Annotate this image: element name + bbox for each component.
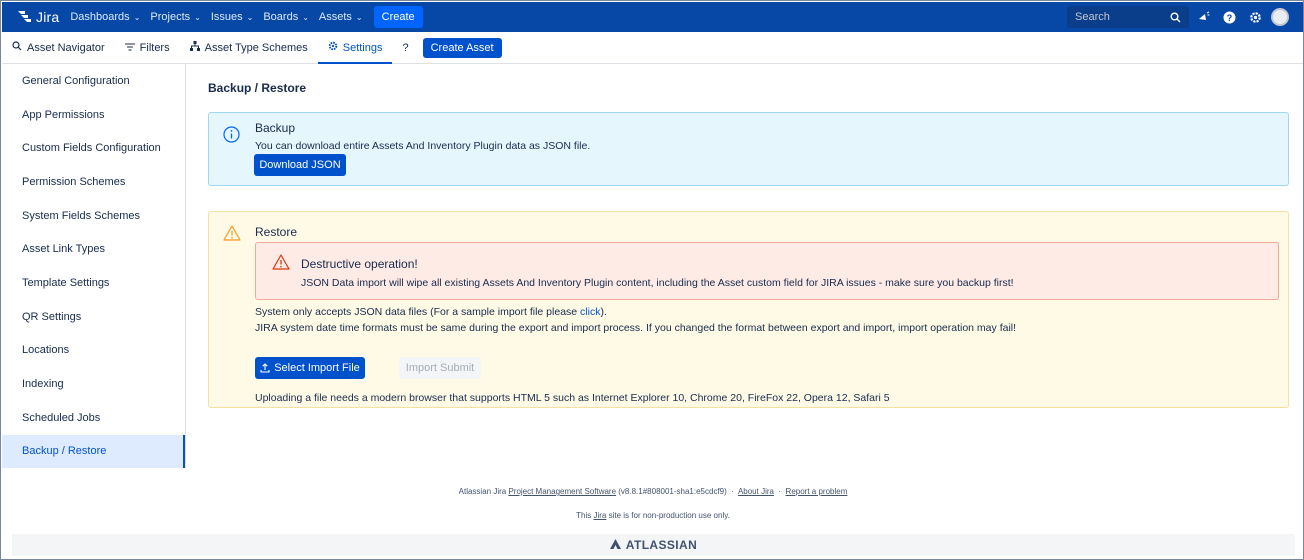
- app-window: Jira Dashboards ⌄ Projects ⌄ Issues ⌄ Board…: [0, 0, 1304, 560]
- info-icon: [223, 126, 240, 146]
- avatar[interactable]: [1271, 8, 1289, 26]
- create-button[interactable]: Create: [373, 6, 423, 28]
- nav-boards[interactable]: Boards ⌄: [258, 2, 314, 32]
- settings-tab[interactable]: Settings: [317, 32, 393, 64]
- sidebar-item-indexing[interactable]: Indexing: [2, 367, 185, 401]
- gear-icon: [328, 41, 338, 54]
- upload-icon: [260, 363, 270, 373]
- sidebar-item-template-settings[interactable]: Template Settings: [2, 266, 185, 300]
- destructive-description: JSON Data import will wipe all existing …: [301, 277, 1014, 289]
- top-navigation-bar: Jira Dashboards ⌄ Projects ⌄ Issues ⌄ Board…: [2, 2, 1303, 32]
- chevron-down-icon: ⌄: [194, 12, 201, 22]
- warning-icon: [223, 225, 241, 244]
- download-json-button[interactable]: Download JSON: [254, 154, 346, 176]
- about-jira-link[interactable]: About Jira: [738, 487, 774, 496]
- sidebar-item-locations[interactable]: Locations: [2, 334, 185, 368]
- sidebar-item-qr-settings[interactable]: QR Settings: [2, 300, 185, 334]
- page-title: Backup / Restore: [208, 81, 307, 95]
- nav-issues[interactable]: Issues ⌄: [206, 2, 259, 32]
- sidebar-item-backup-restore[interactable]: Backup / Restore: [2, 434, 185, 469]
- nav-dashboards[interactable]: Dashboards ⌄: [65, 2, 145, 32]
- pms-link[interactable]: Project Management Software: [508, 487, 616, 496]
- asset-navigator-link[interactable]: Asset Navigator: [2, 32, 115, 64]
- sample-file-link[interactable]: click: [580, 306, 600, 318]
- svg-text:?: ?: [1226, 13, 1232, 23]
- select-import-file-button[interactable]: Select Import File: [255, 357, 365, 379]
- assets-toolbar: Asset Navigator Filters Asset Type Schem…: [2, 32, 1303, 64]
- sidebar-item-app-permissions[interactable]: App Permissions: [2, 98, 185, 132]
- import-submit-button[interactable]: Import Submit: [399, 357, 481, 379]
- destructive-warning-box: Destructive operation! JSON Data import …: [255, 242, 1279, 300]
- search-input[interactable]: [1075, 11, 1155, 23]
- sidebar-item-permission-schemes[interactable]: Permission Schemes: [2, 165, 185, 199]
- help-icon[interactable]: ?: [1217, 11, 1241, 24]
- accepted-files-note: System only accepts JSON data files (For…: [255, 306, 607, 318]
- report-problem-link[interactable]: Report a problem: [786, 487, 848, 496]
- jira-link[interactable]: Jira: [593, 511, 606, 520]
- create-asset-button[interactable]: Create Asset: [422, 37, 502, 58]
- backup-title: Backup: [255, 121, 296, 135]
- browser-support-note: Uploading a file needs a modern browser …: [255, 392, 890, 404]
- restore-title: Restore: [255, 225, 298, 239]
- nav-assets[interactable]: Assets ⌄: [314, 2, 368, 32]
- filter-icon: [124, 42, 135, 54]
- gear-icon[interactable]: [1243, 11, 1267, 24]
- atlassian-brand-bar: ATLASSIAN: [12, 534, 1295, 556]
- help-link[interactable]: ?: [392, 32, 418, 64]
- jira-logo-icon: [18, 11, 31, 22]
- atlassian-logo-icon: [609, 538, 621, 552]
- sidebar-item-system-fields-schemes[interactable]: System Fields Schemes: [2, 199, 185, 233]
- sidebar-item-asset-link-types[interactable]: Asset Link Types: [2, 232, 185, 266]
- asset-type-schemes-link[interactable]: Asset Type Schemes: [180, 32, 318, 64]
- search-icon: [12, 41, 22, 54]
- nav-right-group: ?: [1067, 2, 1303, 32]
- sidebar-item-general-configuration[interactable]: General Configuration: [2, 64, 185, 98]
- sidebar-item-scheduled-jobs[interactable]: Scheduled Jobs: [2, 401, 185, 435]
- main-content: Backup / Restore Backup You can download…: [208, 64, 1290, 408]
- search-box[interactable]: [1067, 6, 1189, 28]
- error-warning-icon: [272, 254, 290, 273]
- jira-logo[interactable]: Jira: [16, 9, 59, 25]
- chevron-down-icon: ⌄: [302, 12, 309, 22]
- notifications-icon[interactable]: [1191, 11, 1215, 24]
- date-format-note: JIRA system date time formats must be sa…: [255, 322, 1017, 334]
- destructive-title: Destructive operation!: [301, 257, 418, 271]
- atlassian-wordmark: ATLASSIAN: [625, 538, 698, 552]
- filters-link[interactable]: Filters: [115, 32, 180, 64]
- logo-text: Jira: [36, 9, 60, 25]
- chevron-down-icon: ⌄: [355, 12, 363, 22]
- search-icon: [1170, 12, 1181, 22]
- restore-panel: Restore Destructive operation! JSON Data…: [208, 211, 1289, 408]
- chevron-down-icon: ⌄: [133, 12, 141, 22]
- nav-projects[interactable]: Projects ⌄: [145, 2, 205, 32]
- hierarchy-icon: [189, 41, 200, 54]
- backup-description: You can download entire Assets And Inven…: [255, 140, 591, 152]
- sidebar-item-custom-fields-configuration[interactable]: Custom Fields Configuration: [2, 131, 185, 165]
- backup-panel: Backup You can download entire Assets An…: [208, 112, 1289, 186]
- settings-sidebar: General Configuration App Permissions Cu…: [2, 64, 186, 469]
- footer-info: Atlassian Jira Project Management Softwa…: [458, 487, 848, 496]
- chevron-down-icon: ⌄: [246, 12, 254, 22]
- footer-notice: This Jira site is for non-production use…: [576, 511, 730, 520]
